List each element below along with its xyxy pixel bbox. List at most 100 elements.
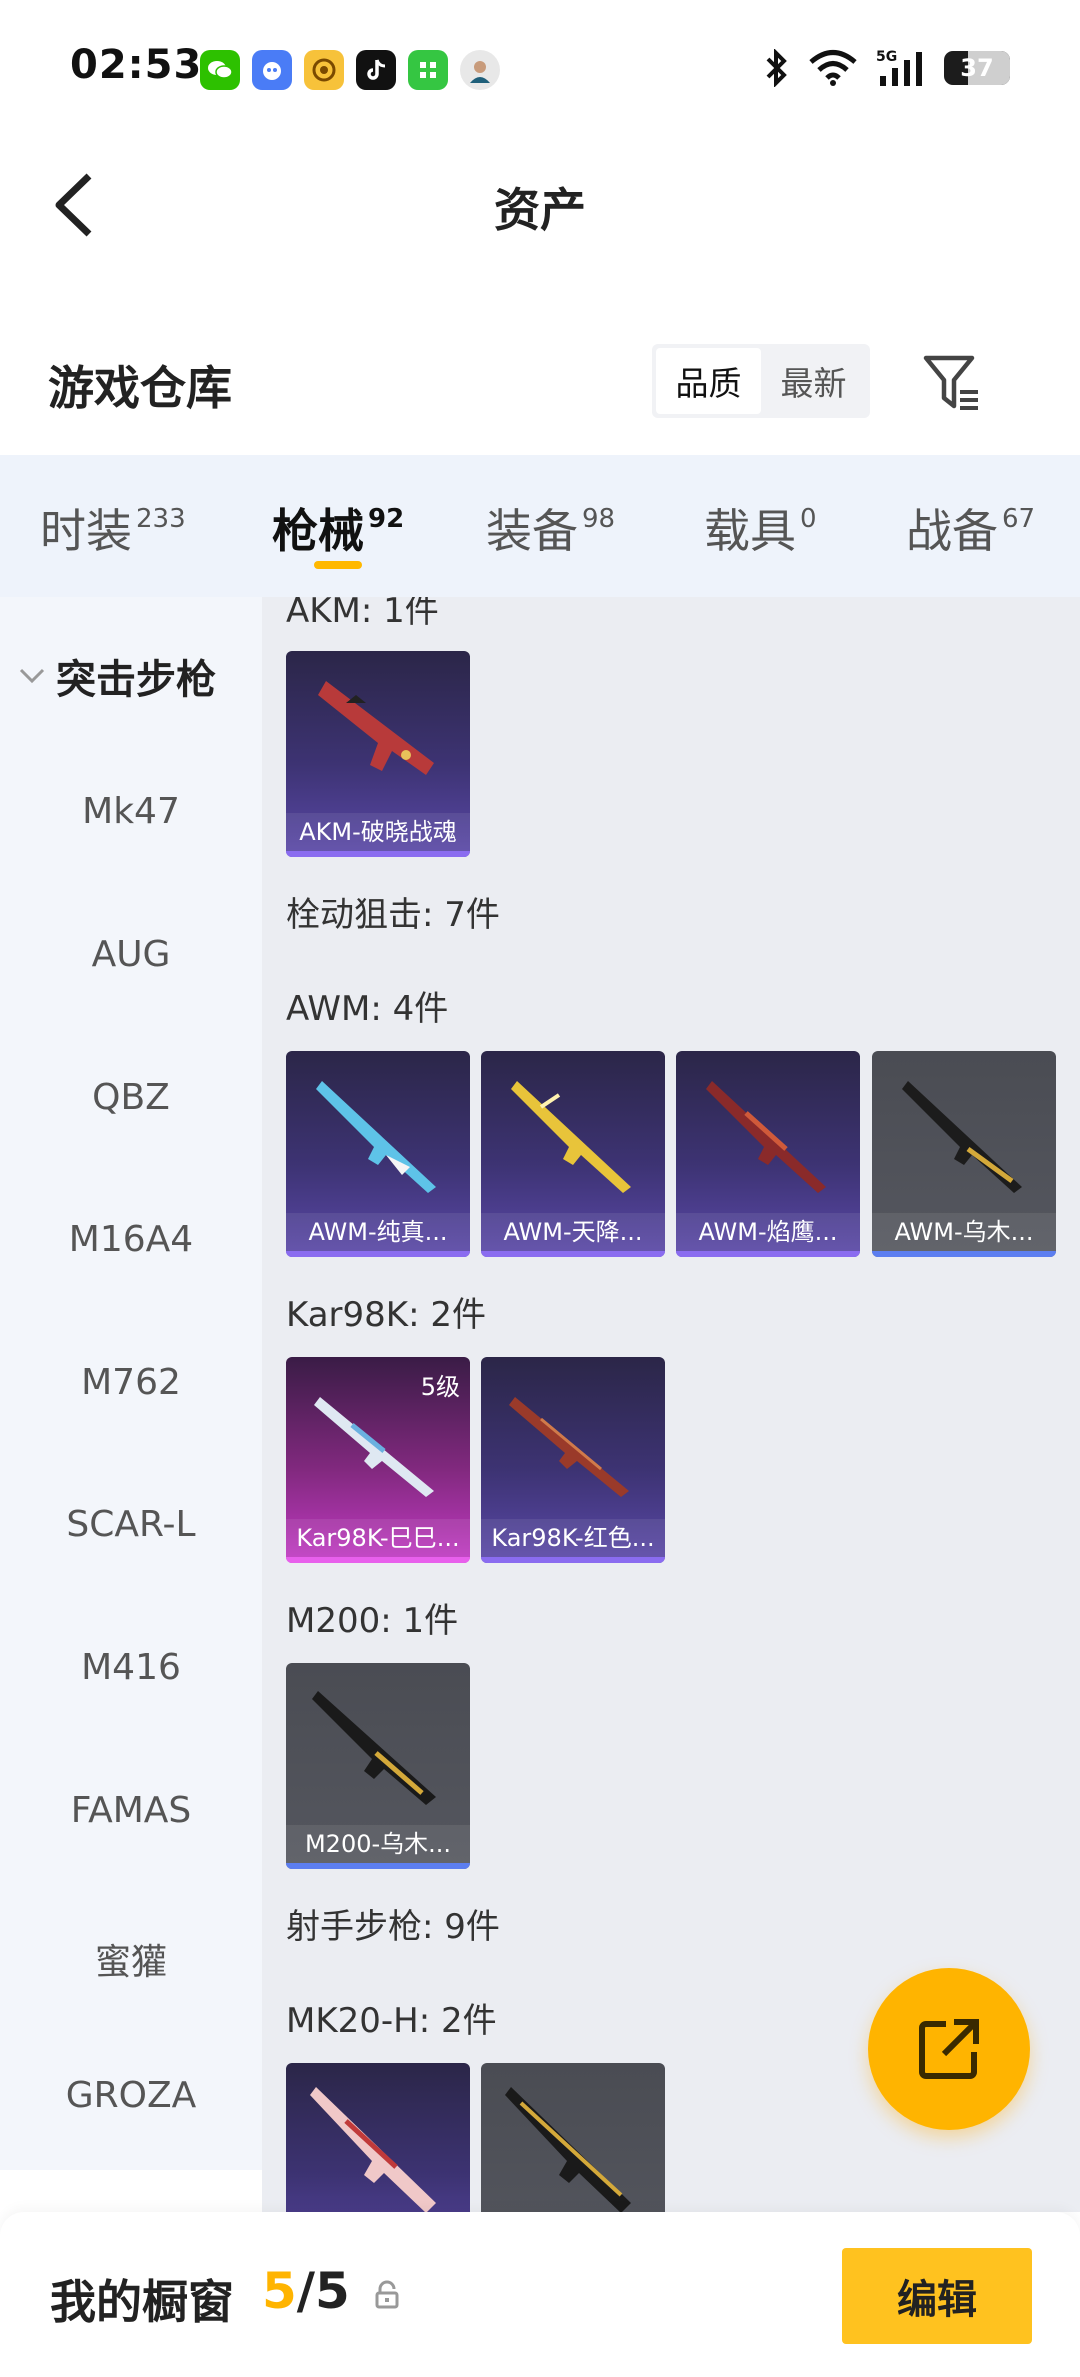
chevron-down-icon bbox=[19, 668, 45, 684]
bluetooth-icon bbox=[766, 49, 787, 87]
tab-count: 98 bbox=[582, 504, 616, 534]
rifle-skin-image bbox=[312, 1691, 436, 1805]
sidebar-item-scar-l[interactable]: SCAR-L bbox=[0, 1504, 262, 1545]
weapon-type-sidebar: 突击步枪 Mk47 AUG QBZ M16A4 M762 SCAR-L M416… bbox=[0, 597, 262, 2170]
app-header: 资产 bbox=[0, 130, 1080, 280]
tiktok-app-icon bbox=[356, 50, 396, 90]
sidebar-item-mk47[interactable]: Mk47 bbox=[0, 791, 262, 832]
rarity-stripe bbox=[286, 851, 470, 857]
rifle-skin-image bbox=[310, 2087, 436, 2212]
tab-label: 战备 bbox=[906, 504, 998, 558]
music-app-icon bbox=[304, 50, 344, 90]
assistant-app-icon bbox=[252, 50, 292, 90]
tab-vehicles[interactable]: 载具 0 bbox=[704, 495, 817, 561]
weapon-card[interactable]: AWM-天降... bbox=[481, 1051, 665, 1257]
weapon-card[interactable]: M200-乌木... bbox=[286, 1663, 470, 1869]
tab-count: 233 bbox=[136, 504, 186, 534]
share-icon bbox=[919, 2019, 979, 2079]
weapon-card-name: AKM-破晓战魂 bbox=[286, 813, 470, 851]
avatar-app-icon bbox=[460, 50, 500, 90]
category-tabs: 时装 233 枪械 92 装备 98 载具 0 战备 67 bbox=[0, 455, 1080, 597]
app-screen: 02:53 5G 37 资产 游戏仓库 品质 最新 时装 233 枪械 92 装… bbox=[0, 0, 1080, 2377]
section-awm: AWM: 4件 bbox=[286, 989, 449, 1029]
sort-segmented-control: 品质 最新 bbox=[652, 344, 870, 418]
rifle-skin-image bbox=[318, 681, 434, 775]
filter-icon bbox=[923, 355, 978, 410]
rarity-stripe bbox=[481, 1557, 665, 1563]
section-kar98k: Kar98K: 2件 bbox=[286, 1295, 486, 1335]
tab-label: 装备 bbox=[486, 504, 578, 558]
sidebar-category-assault-rifle[interactable]: 突击步枪 bbox=[18, 647, 216, 705]
sidebar-item-famas[interactable]: FAMAS bbox=[0, 1790, 262, 1831]
wifi-icon bbox=[809, 50, 857, 86]
sidebar-item-honey-badger[interactable]: 蜜獾 bbox=[0, 1933, 262, 1985]
weapon-card-name: Kar98K-巳巳... bbox=[286, 1519, 470, 1557]
weapon-level-badge: 5级 bbox=[420, 1373, 460, 1401]
weapon-card-name: AWM-天降... bbox=[481, 1213, 665, 1251]
sidebar-category-label: 突击步枪 bbox=[56, 657, 216, 703]
section-mk20-h: MK20-H: 2件 bbox=[286, 2001, 497, 2041]
sort-quality-button[interactable]: 品质 bbox=[656, 348, 761, 414]
tab-label: 载具 bbox=[704, 504, 796, 558]
weapon-card-name: AWM-纯真... bbox=[286, 1213, 470, 1251]
showcase-current: 5 bbox=[262, 2262, 297, 2320]
sidebar-item-groza[interactable]: GROZA bbox=[0, 2075, 262, 2116]
rarity-stripe bbox=[286, 1251, 470, 1257]
sidebar-item-qbz[interactable]: QBZ bbox=[0, 1077, 262, 1118]
weapon-card[interactable] bbox=[286, 2063, 470, 2212]
rifle-skin-image bbox=[511, 1081, 631, 1193]
svg-text:5G: 5G bbox=[876, 49, 897, 65]
battery-icon: 37 bbox=[944, 51, 1010, 85]
rarity-stripe bbox=[676, 1251, 860, 1257]
rifle-skin-image bbox=[505, 2087, 631, 2212]
lock-icon bbox=[375, 2280, 399, 2309]
status-time: 02:53 bbox=[70, 42, 203, 88]
share-floating-button[interactable] bbox=[868, 1968, 1030, 2130]
wechat-app-icon bbox=[200, 50, 240, 90]
weapon-card[interactable]: 5级 Kar98K-巳巳... bbox=[286, 1357, 470, 1563]
weapon-card[interactable]: AWM-纯真... bbox=[286, 1051, 470, 1257]
section-akm: AKM: 1件 bbox=[286, 597, 439, 631]
battery-level: 37 bbox=[960, 54, 994, 82]
weapon-card[interactable]: Kar98K-红色... bbox=[481, 1357, 665, 1563]
tab-count: 67 bbox=[1002, 504, 1036, 534]
page-title: 资产 bbox=[494, 183, 586, 237]
sidebar-item-aug[interactable]: AUG bbox=[0, 934, 262, 975]
tab-guns[interactable]: 枪械 92 bbox=[272, 495, 404, 561]
warehouse-title: 游戏仓库 bbox=[48, 361, 232, 415]
tab-count: 0 bbox=[800, 504, 817, 534]
weapon-card[interactable]: AWM-焰鹰... bbox=[676, 1051, 860, 1257]
rifle-skin-image bbox=[902, 1081, 1022, 1193]
sidebar-item-m762[interactable]: M762 bbox=[0, 1362, 262, 1403]
tab-equipment[interactable]: 装备 98 bbox=[486, 495, 615, 561]
section-bolt-action-sniper: 栓动狙击: 7件 bbox=[286, 895, 500, 935]
tab-count: 92 bbox=[368, 504, 405, 534]
status-app-icons bbox=[200, 50, 500, 90]
sidebar-item-m16a4[interactable]: M16A4 bbox=[0, 1219, 262, 1260]
status-bar: 02:53 5G 37 bbox=[0, 0, 1080, 130]
tab-label: 时装 bbox=[40, 504, 132, 558]
rarity-stripe bbox=[481, 1251, 665, 1257]
section-m200: M200: 1件 bbox=[286, 1601, 459, 1641]
rifle-skin-image bbox=[706, 1081, 826, 1193]
rarity-stripe bbox=[286, 1557, 470, 1563]
sidebar-item-m416[interactable]: M416 bbox=[0, 1647, 262, 1688]
showcase-bar: 我的橱窗 5/5 编辑 bbox=[0, 2212, 1080, 2377]
status-indicators: 5G 37 bbox=[764, 48, 1010, 88]
section-marksman-rifle: 射手步枪: 9件 bbox=[286, 1907, 500, 1947]
showcase-total: /5 bbox=[296, 2262, 350, 2320]
weapon-card[interactable] bbox=[481, 2063, 665, 2212]
weapon-card[interactable]: AKM-破晓战魂 bbox=[286, 651, 470, 857]
tab-supplies[interactable]: 战备 67 bbox=[906, 495, 1035, 561]
tab-fashion[interactable]: 时装 233 bbox=[40, 495, 186, 561]
rifle-skin-image bbox=[509, 1397, 629, 1497]
showcase-count: 5/5 bbox=[262, 2262, 350, 2320]
filter-button[interactable] bbox=[920, 350, 984, 414]
rarity-stripe bbox=[872, 1251, 1056, 1257]
edit-button[interactable]: 编辑 bbox=[842, 2248, 1032, 2344]
weapon-card[interactable]: AWM-乌木... bbox=[872, 1051, 1056, 1257]
rifle-skin-image bbox=[316, 1081, 436, 1193]
sort-latest-button[interactable]: 最新 bbox=[761, 348, 866, 414]
showcase-title: 我的橱窗 bbox=[50, 2275, 234, 2329]
weapon-card-name: Kar98K-红色... bbox=[481, 1519, 665, 1557]
